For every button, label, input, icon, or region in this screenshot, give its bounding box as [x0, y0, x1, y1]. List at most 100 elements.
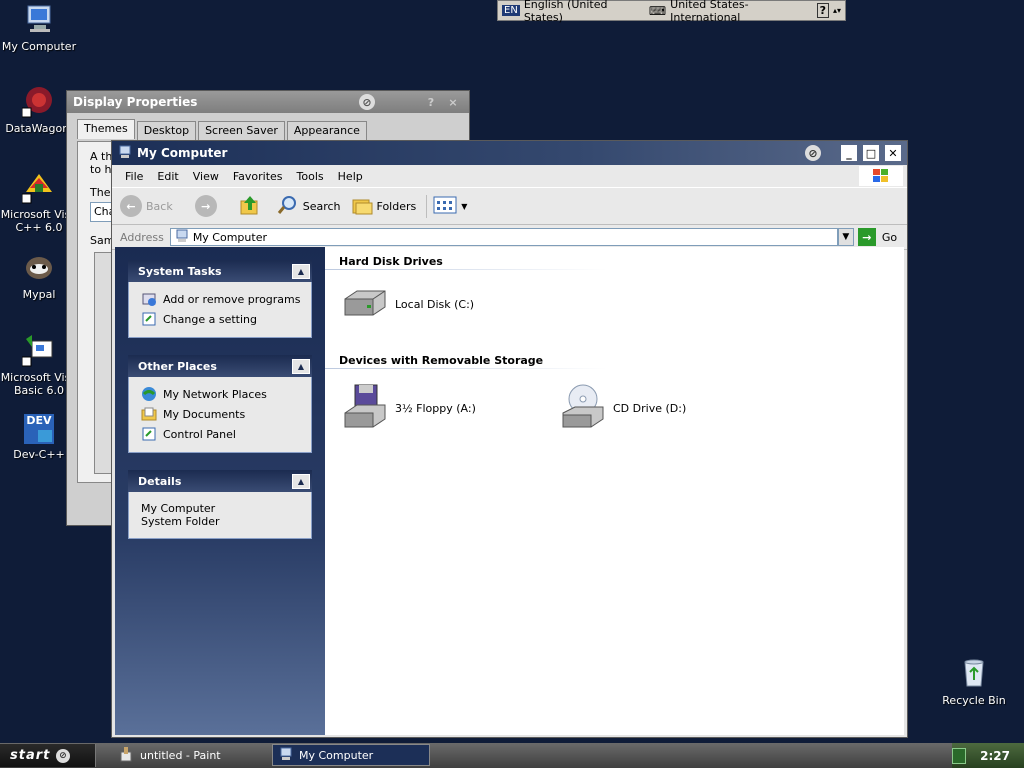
standard-toolbar: ← Back → Search Folders ▼: [112, 187, 907, 225]
my-computer-small-icon: [175, 229, 189, 246]
close-button[interactable]: ×: [445, 94, 461, 110]
menu-tools[interactable]: Tools: [290, 170, 331, 183]
language-bar-options-icon[interactable]: ▴▾: [833, 6, 841, 15]
paint-icon: [118, 746, 134, 765]
taskbar-button-paint[interactable]: untitled - Paint: [112, 744, 270, 766]
menu-file[interactable]: File: [118, 170, 150, 183]
go-button[interactable]: → Go: [857, 228, 897, 246]
collapse-icon[interactable]: ▲: [292, 358, 310, 374]
menu-help[interactable]: Help: [331, 170, 370, 183]
taskbar-button-label: untitled - Paint: [140, 748, 221, 762]
taskbar-button-my-computer[interactable]: My Computer: [272, 744, 430, 766]
keyboard-layout[interactable]: United States-International: [670, 0, 812, 24]
back-arrow-icon: ←: [120, 195, 142, 217]
details-header[interactable]: Details ▲: [128, 470, 312, 492]
desktop-icon-recycle-bin[interactable]: Recycle Bin: [932, 656, 1016, 707]
computer-icon: [22, 2, 56, 36]
keyboard-icon: ⌨: [648, 3, 667, 18]
drive-label: Local Disk (C:): [395, 298, 475, 311]
my-computer-window[interactable]: My Computer ⊘ _ □ ✕ File Edit View Favor…: [111, 140, 908, 738]
minimize-button[interactable]: _: [841, 145, 857, 161]
maximize-button[interactable]: □: [863, 145, 879, 161]
my-computer-small-icon: [279, 747, 293, 764]
language-name[interactable]: English (United States): [524, 0, 645, 24]
collapse-icon[interactable]: ▲: [292, 473, 310, 489]
display-properties-titlebar[interactable]: Display Properties ⊘ ? ×: [67, 91, 469, 113]
group-hard-disk-drives: Hard Disk Drives: [339, 255, 443, 268]
collapse-icon[interactable]: ▲: [292, 263, 310, 279]
start-button[interactable]: start ⊘: [0, 744, 96, 767]
menu-bar: File Edit View Favorites Tools Help: [112, 165, 907, 187]
folders-button[interactable]: Folders: [351, 194, 417, 219]
drive-floppy-a[interactable]: 3½ Floppy (A:): [341, 383, 476, 434]
help-icon[interactable]: ?: [816, 3, 829, 18]
tab-desktop[interactable]: Desktop: [136, 121, 197, 141]
address-input[interactable]: My Computer: [169, 228, 838, 246]
other-places-body: My Network Places My Documents Control P…: [128, 377, 312, 453]
task-change-setting[interactable]: Change a setting: [141, 309, 301, 329]
add-remove-programs-icon: [141, 291, 157, 307]
drive-local-disk-c[interactable]: Local Disk (C:): [341, 287, 474, 322]
other-places-box: Other Places ▲ My Network Places My Docu…: [128, 355, 312, 453]
close-button[interactable]: ✕: [885, 145, 901, 161]
other-places-title: Other Places: [138, 359, 217, 373]
drive-cd-d[interactable]: CD Drive (D:): [559, 383, 686, 434]
control-panel-icon: [141, 426, 157, 442]
place-my-network-places[interactable]: My Network Places: [141, 384, 301, 404]
group-removable-storage: Devices with Removable Storage: [339, 354, 544, 367]
system-tasks-title: System Tasks: [138, 264, 222, 278]
floppy-drive-icon: [341, 383, 389, 434]
task-add-remove-programs[interactable]: Add or remove programs: [141, 289, 301, 309]
address-dropdown-button[interactable]: ▼: [837, 228, 854, 246]
window-title: Display Properties: [73, 95, 198, 109]
details-name: My Computer: [141, 502, 216, 515]
menu-edit[interactable]: Edit: [150, 170, 185, 183]
system-tasks-header[interactable]: System Tasks ▲: [128, 260, 312, 282]
start-logo-icon: ⊘: [56, 748, 71, 763]
menu-favorites[interactable]: Favorites: [226, 170, 290, 183]
system-tasks-body: Add or remove programs Change a setting: [128, 282, 312, 338]
place-control-panel[interactable]: Control Panel: [141, 424, 301, 444]
details-title: Details: [138, 474, 182, 488]
search-button[interactable]: Search: [277, 194, 341, 219]
place-label: My Documents: [163, 407, 246, 421]
help-button[interactable]: ?: [423, 94, 439, 110]
tab-appearance[interactable]: Appearance: [286, 121, 367, 141]
views-icon: [433, 195, 457, 218]
tab-screen-saver[interactable]: Screen Saver: [198, 121, 285, 141]
folders-label: Folders: [376, 199, 417, 213]
language-bar[interactable]: EN English (United States) ⌨ United Stat…: [497, 0, 846, 24]
other-places-header[interactable]: Other Places ▲: [128, 355, 312, 377]
up-button[interactable]: [239, 194, 261, 219]
task-label: Add or remove programs: [163, 292, 301, 306]
back-button[interactable]: ← Back: [120, 195, 173, 217]
system-tray: 2:27: [952, 743, 1024, 768]
address-value: My Computer: [192, 230, 267, 244]
cd-drive-icon: [559, 383, 607, 434]
visual-basic-icon: [21, 333, 56, 367]
forward-button[interactable]: →: [194, 195, 217, 217]
details-type: System Folder: [141, 515, 220, 528]
place-my-documents[interactable]: My Documents: [141, 404, 301, 424]
clock[interactable]: 2:27: [980, 749, 1010, 763]
my-documents-icon: [141, 406, 157, 422]
details-body: My Computer System Folder: [128, 492, 312, 539]
folder-up-icon: [239, 194, 261, 219]
themes-description-line1: A th: [90, 150, 113, 163]
address-label: Address: [120, 230, 164, 244]
tray-app-icon[interactable]: [952, 747, 967, 764]
chevron-down-icon: ▼: [461, 201, 468, 211]
mypal-icon: [22, 250, 56, 284]
menu-view[interactable]: View: [186, 170, 226, 183]
theme-icon: ⊘: [805, 145, 821, 161]
desktop-icon-my-computer[interactable]: My Computer: [0, 2, 81, 53]
language-code[interactable]: EN: [502, 5, 520, 16]
tab-themes[interactable]: Themes: [77, 119, 135, 139]
views-button[interactable]: ▼: [426, 194, 468, 218]
taskbar-button-label: My Computer: [299, 748, 374, 762]
back-label: Back: [146, 199, 173, 213]
devcpp-icon: DEV: [24, 414, 54, 444]
place-label: Control Panel: [163, 427, 236, 441]
folders-icon: [351, 194, 373, 219]
my-computer-titlebar[interactable]: My Computer ⊘ _ □ ✕: [112, 141, 907, 165]
